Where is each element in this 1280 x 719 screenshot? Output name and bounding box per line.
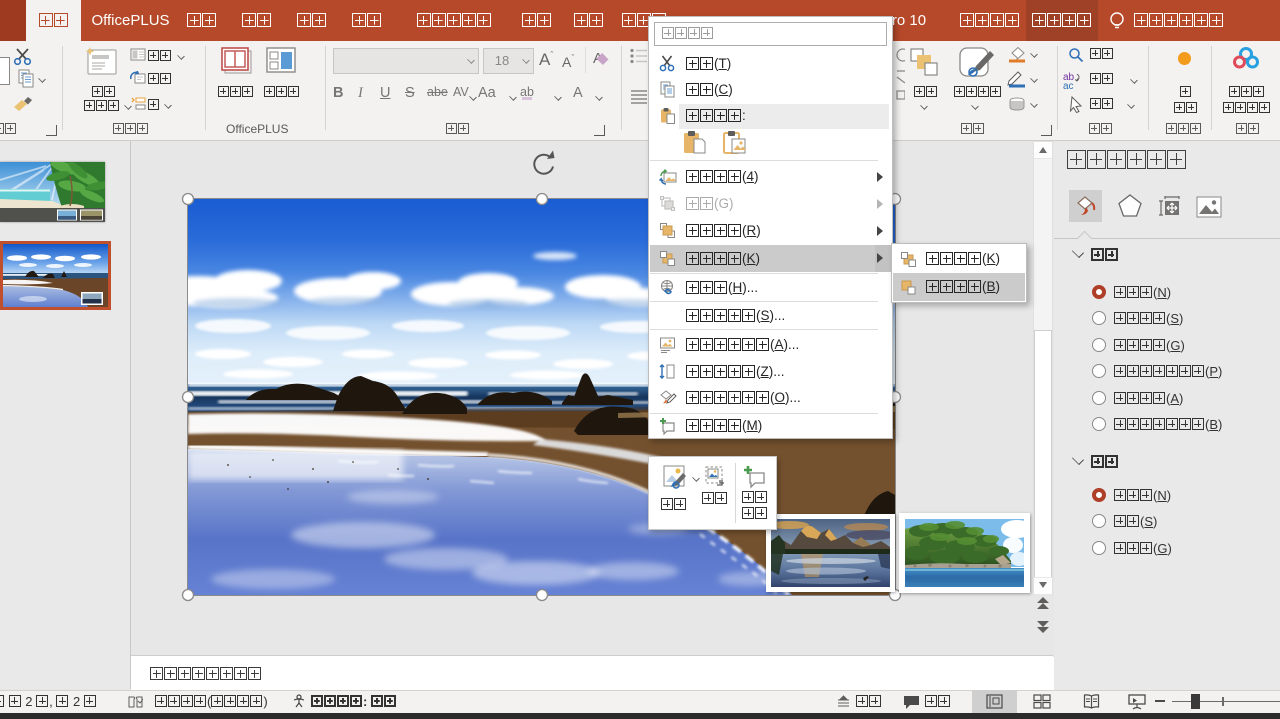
svg-text:ac: ac (1063, 81, 1074, 89)
